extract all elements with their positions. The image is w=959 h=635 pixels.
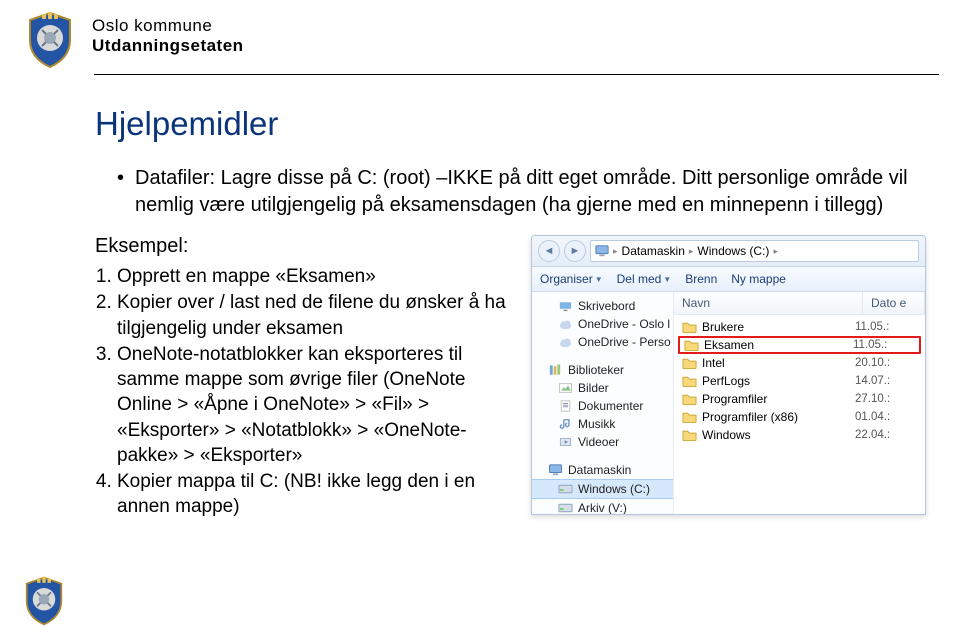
list-item: Kopier over / last ned de filene du ønsk… [117, 290, 525, 341]
org-name: Oslo kommune [92, 16, 244, 36]
file-date: 01.04.: [855, 411, 917, 423]
music-icon [558, 418, 573, 430]
library-icon [548, 363, 563, 377]
brenn-button[interactable]: Brenn [685, 272, 717, 286]
nav-biblioteker[interactable]: Biblioteker [532, 361, 673, 379]
file-date: 27.10.: [855, 393, 917, 405]
computer-icon [548, 464, 563, 476]
explorer-file-list: Navn Dato e Brukere 11.05.: Eksamen 11.05.:… [674, 292, 925, 514]
file-name: Brukere [702, 320, 744, 334]
file-date: 20.10.: [855, 357, 917, 369]
cloud-icon [558, 336, 573, 348]
folder-icon [682, 375, 697, 387]
nav-windows-c[interactable]: Windows (C:) [532, 479, 673, 499]
dept-name: Utdanningsetaten [92, 36, 244, 56]
file-name: Programfiler (x86) [702, 410, 798, 424]
bullet-text: Datafiler: Lagre disse på C: (root) –IKK… [135, 165, 949, 219]
file-date: 14.07.: [855, 375, 917, 387]
nav-onedrive-oslo[interactable]: OneDrive - Oslo l [532, 315, 673, 333]
page-header: Oslo kommune Utdanningsetaten [0, 0, 959, 70]
cloud-icon [558, 318, 573, 330]
breadcrumb-part[interactable]: Datamaskin [622, 244, 685, 258]
explorer-nav-pane: Skrivebord OneDrive - Oslo l OneDrive - … [532, 292, 674, 514]
chevron-down-icon: ▼ [595, 275, 603, 284]
documents-icon [558, 400, 573, 412]
table-row[interactable]: Windows 22.04.: [674, 426, 925, 444]
nav-videoer[interactable]: Videoer [532, 433, 673, 451]
nav-dokumenter[interactable]: Dokumenter [532, 397, 673, 415]
slide-content: Hjelpemidler • Datafiler: Lagre disse på… [0, 75, 959, 521]
column-headers: Navn Dato e [674, 292, 925, 315]
footer-crest-icon [18, 575, 70, 627]
nymappe-button[interactable]: Ny mappe [731, 272, 786, 286]
org-block: Oslo kommune Utdanningsetaten [92, 10, 244, 56]
file-name: Windows [702, 428, 751, 442]
table-row[interactable]: Brukere 11.05.: [674, 318, 925, 336]
file-name: Intel [702, 356, 725, 370]
file-explorer: ◄ ► ▸ Datamaskin ▸ Windows (C:) ▸ Organi… [531, 235, 926, 515]
folder-icon [684, 339, 699, 351]
pictures-icon [558, 382, 573, 394]
breadcrumb[interactable]: ▸ Datamaskin ▸ Windows (C:) ▸ [590, 240, 919, 262]
example-label: Eksempel: [95, 235, 525, 258]
explorer-address-bar: ◄ ► ▸ Datamaskin ▸ Windows (C:) ▸ [532, 236, 925, 267]
folder-icon [682, 357, 697, 369]
folder-icon [682, 321, 697, 333]
file-name: Programfiler [702, 392, 767, 406]
bullet-dot: • [117, 165, 135, 219]
col-navn[interactable]: Navn [674, 292, 863, 314]
numbered-list: Opprett en mappe «Eksamen» Kopier over /… [117, 264, 525, 520]
breadcrumb-part[interactable]: Windows (C:) [697, 244, 769, 258]
organiser-button[interactable]: Organiser▼ [540, 272, 603, 286]
nav-arkiv-v[interactable]: Arkiv (V:) [532, 499, 673, 514]
folder-icon [682, 429, 697, 441]
table-row[interactable]: PerfLogs 14.07.: [674, 372, 925, 390]
table-row[interactable]: Intel 20.10.: [674, 354, 925, 372]
table-row[interactable]: Eksamen 11.05.: [678, 336, 921, 354]
chevron-right-icon: ▸ [689, 246, 694, 257]
file-date: 11.05.: [855, 321, 917, 333]
disk-icon [558, 483, 573, 495]
file-name: Eksamen [704, 338, 754, 352]
list-item: OneNote-notatblokker kan eksporteres til… [117, 342, 525, 468]
folder-icon [682, 393, 697, 405]
chevron-right-icon: ▸ [773, 246, 778, 257]
bullet-list: • Datafiler: Lagre disse på C: (root) –I… [117, 165, 949, 219]
nav-musikk[interactable]: Musikk [532, 415, 673, 433]
desktop-icon [558, 300, 573, 312]
table-row[interactable]: Programfiler (x86) 01.04.: [674, 408, 925, 426]
example-section: Eksempel: Opprett en mappe «Eksamen» Kop… [95, 235, 949, 521]
folder-icon [682, 411, 697, 423]
chevron-right-icon: ▸ [613, 246, 618, 257]
oslo-crest-icon [20, 10, 80, 70]
forward-button[interactable]: ► [564, 240, 586, 262]
computer-icon [595, 244, 609, 258]
nav-bilder[interactable]: Bilder [532, 379, 673, 397]
list-item: Kopier mappa til C: (NB! ikke legg den i… [117, 469, 525, 520]
file-date: 11.05.: [853, 339, 915, 351]
disk-icon [558, 502, 573, 514]
nav-skrivebord[interactable]: Skrivebord [532, 297, 673, 315]
delmed-button[interactable]: Del med▼ [617, 272, 672, 286]
slide-title: Hjelpemidler [95, 105, 949, 143]
nav-datamaskin[interactable]: Datamaskin [532, 461, 673, 479]
table-row[interactable]: Programfiler 27.10.: [674, 390, 925, 408]
chevron-down-icon: ▼ [663, 275, 671, 284]
explorer-toolbar: Organiser▼ Del med▼ Brenn Ny mappe [532, 267, 925, 292]
file-date: 22.04.: [855, 429, 917, 441]
video-icon [558, 436, 573, 448]
explorer-body: Skrivebord OneDrive - Oslo l OneDrive - … [532, 292, 925, 514]
list-item: Opprett en mappe «Eksamen» [117, 264, 525, 289]
col-dato[interactable]: Dato e [863, 292, 925, 314]
nav-onedrive-perso[interactable]: OneDrive - Perso [532, 333, 673, 351]
file-name: PerfLogs [702, 374, 750, 388]
back-button[interactable]: ◄ [538, 240, 560, 262]
